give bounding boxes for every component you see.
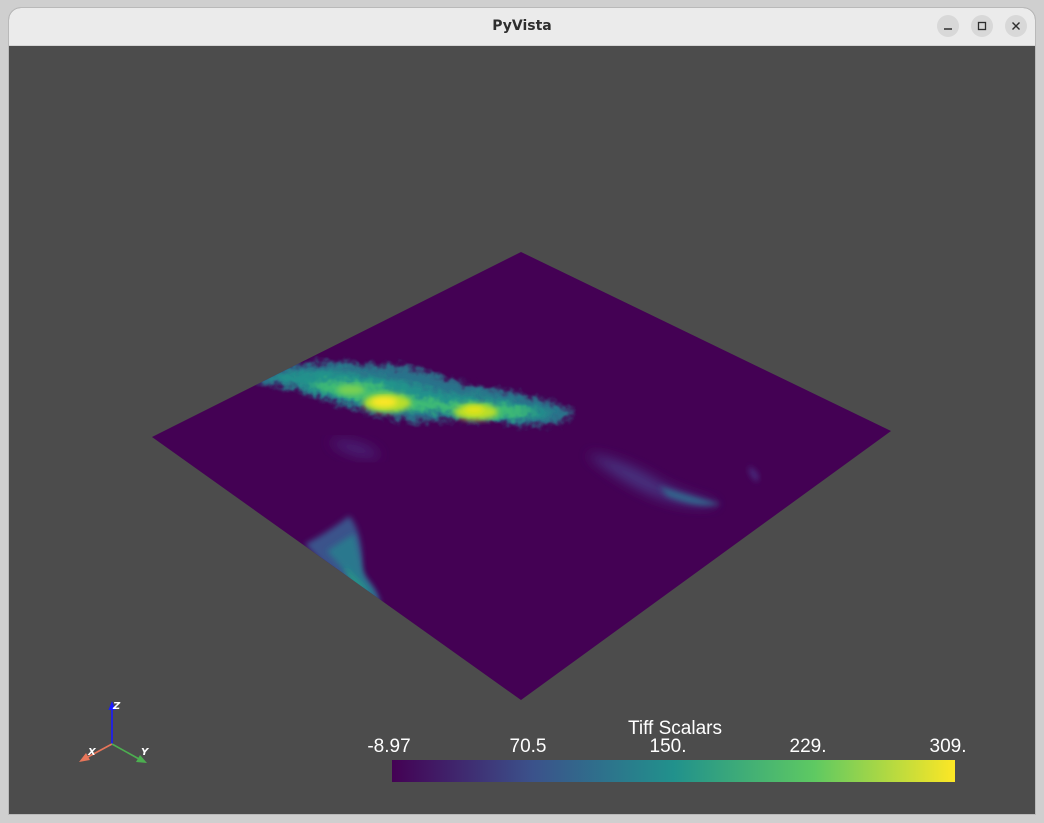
axis-label-y: Y <box>141 747 150 758</box>
scalar-bar-gradient <box>392 760 955 782</box>
title-bar[interactable]: PyVista <box>9 8 1035 46</box>
scalar-bar-tick: 309. <box>929 736 967 757</box>
minimize-button[interactable] <box>937 15 959 37</box>
render-viewport[interactable]: Z X Y Tiff Scalars -8.97 70.5 150. 229. … <box>9 46 1035 814</box>
maximize-icon <box>977 21 987 31</box>
axis-label-x: X <box>87 747 97 758</box>
axis-label-z: Z <box>112 701 121 712</box>
3d-scene[interactable]: Z X Y <box>9 46 1035 814</box>
close-button[interactable] <box>1005 15 1027 37</box>
terrain-surface[interactable] <box>152 252 891 700</box>
minimize-icon <box>944 28 952 30</box>
window-title: PyVista <box>492 18 552 34</box>
axes-orientation-widget: Z X Y <box>79 701 150 763</box>
close-icon <box>1012 22 1020 30</box>
scalar-bar-tick: 229. <box>789 736 827 757</box>
app-window: PyVista Z X Y Tiff Scalars -8.97 70.5 15… <box>9 8 1035 814</box>
scalar-bar-tick: -8.97 <box>367 736 411 757</box>
scalar-bar-tick: 150. <box>649 736 687 757</box>
maximize-button[interactable] <box>971 15 993 37</box>
scalar-bar-tick: 70.5 <box>509 736 547 757</box>
